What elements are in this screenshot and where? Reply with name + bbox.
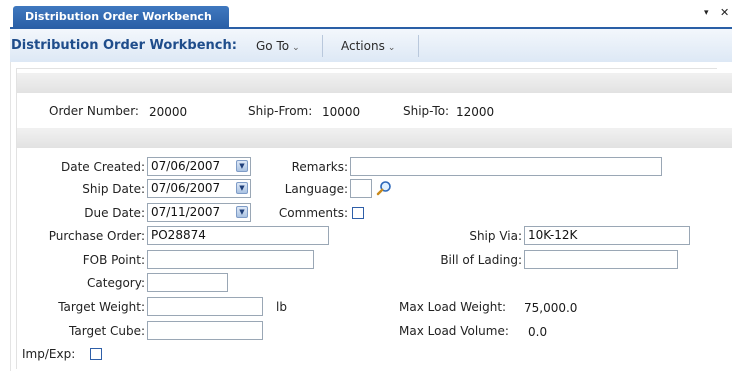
date-created-value: 07/06/2007 bbox=[151, 159, 221, 173]
imp-exp-checkbox[interactable] bbox=[90, 348, 102, 360]
category-field[interactable] bbox=[147, 273, 228, 292]
max-load-weight-value: 75,000.0 bbox=[524, 301, 578, 315]
tab-close-icon[interactable]: ✕ bbox=[720, 6, 729, 19]
target-weight-unit: lb bbox=[276, 300, 287, 314]
menu-separator bbox=[418, 35, 419, 57]
ship-from-value: 10000 bbox=[322, 105, 361, 119]
goto-menu-label: Go To bbox=[256, 39, 290, 53]
ship-date-label: Ship Date: bbox=[82, 182, 145, 196]
target-weight-field[interactable] bbox=[147, 297, 263, 316]
goto-menu[interactable]: Go To ⌄ bbox=[256, 39, 300, 53]
order-number-label: Order Number: bbox=[49, 104, 139, 118]
target-weight-label: Target Weight: bbox=[58, 300, 145, 314]
order-number-value: 20000 bbox=[149, 105, 188, 119]
tab-menu-arrow-icon[interactable]: ▾ bbox=[704, 8, 709, 18]
fob-point-field[interactable] bbox=[147, 250, 314, 269]
section-band bbox=[17, 128, 732, 148]
target-cube-label: Target Cube: bbox=[69, 324, 145, 338]
ship-to-value: 12000 bbox=[456, 105, 495, 119]
title-bar: Distribution Order Workbench: Go To ⌄ Act… bbox=[10, 29, 732, 63]
tab-strip: Distribution Order Workbench ▾ ✕ bbox=[0, 0, 732, 29]
actions-menu-label: Actions bbox=[341, 39, 385, 53]
category-label: Category: bbox=[87, 276, 145, 290]
comments-checkbox[interactable] bbox=[352, 207, 364, 219]
date-created-dropdown-icon[interactable]: ▼ bbox=[236, 160, 248, 172]
tab-label: Distribution Order Workbench bbox=[25, 10, 212, 23]
fob-point-label: FOB Point: bbox=[82, 253, 145, 267]
magnifier-icon[interactable] bbox=[376, 180, 392, 196]
tab-distribution-order-workbench[interactable]: Distribution Order Workbench bbox=[13, 6, 229, 28]
due-date-label: Due Date: bbox=[84, 206, 145, 220]
bill-of-lading-label: Bill of Lading: bbox=[440, 253, 522, 267]
page-title: Distribution Order Workbench: bbox=[11, 38, 237, 53]
due-date-value: 07/11/2007 bbox=[151, 205, 221, 219]
actions-menu[interactable]: Actions ⌄ bbox=[341, 39, 395, 53]
due-date-dropdown-icon[interactable]: ▼ bbox=[236, 206, 248, 218]
imp-exp-label: Imp/Exp: bbox=[22, 347, 76, 361]
ship-date-value: 07/06/2007 bbox=[151, 181, 221, 195]
ship-via-label: Ship Via: bbox=[469, 229, 522, 243]
language-label: Language: bbox=[284, 182, 348, 196]
ship-date-dropdown-icon[interactable]: ▼ bbox=[236, 182, 248, 194]
comments-label: Comments: bbox=[278, 206, 348, 220]
ship-to-label: Ship-To: bbox=[403, 104, 450, 118]
purchase-order-label: Purchase Order: bbox=[48, 229, 145, 243]
ship-via-field[interactable]: 10K-12K bbox=[524, 226, 690, 245]
remarks-label: Remarks: bbox=[291, 160, 348, 174]
target-cube-field[interactable] bbox=[147, 321, 263, 340]
section-band bbox=[17, 73, 732, 93]
ship-from-label: Ship-From: bbox=[248, 104, 313, 118]
purchase-order-value: PO28874 bbox=[151, 228, 206, 242]
chevron-down-icon: ⌄ bbox=[387, 43, 396, 53]
remarks-field[interactable] bbox=[350, 157, 662, 176]
chevron-down-icon: ⌄ bbox=[292, 43, 300, 53]
date-created-label: Date Created: bbox=[60, 160, 145, 174]
max-load-volume-value: 0.0 bbox=[528, 325, 548, 339]
language-field[interactable] bbox=[350, 179, 372, 198]
max-load-volume-label: Max Load Volume: bbox=[399, 324, 509, 338]
ship-via-value: 10K-12K bbox=[528, 228, 578, 242]
max-load-weight-label: Max Load Weight: bbox=[399, 300, 507, 314]
purchase-order-field[interactable]: PO28874 bbox=[147, 226, 329, 245]
menu-separator bbox=[322, 35, 323, 57]
bill-of-lading-field[interactable] bbox=[524, 250, 678, 269]
